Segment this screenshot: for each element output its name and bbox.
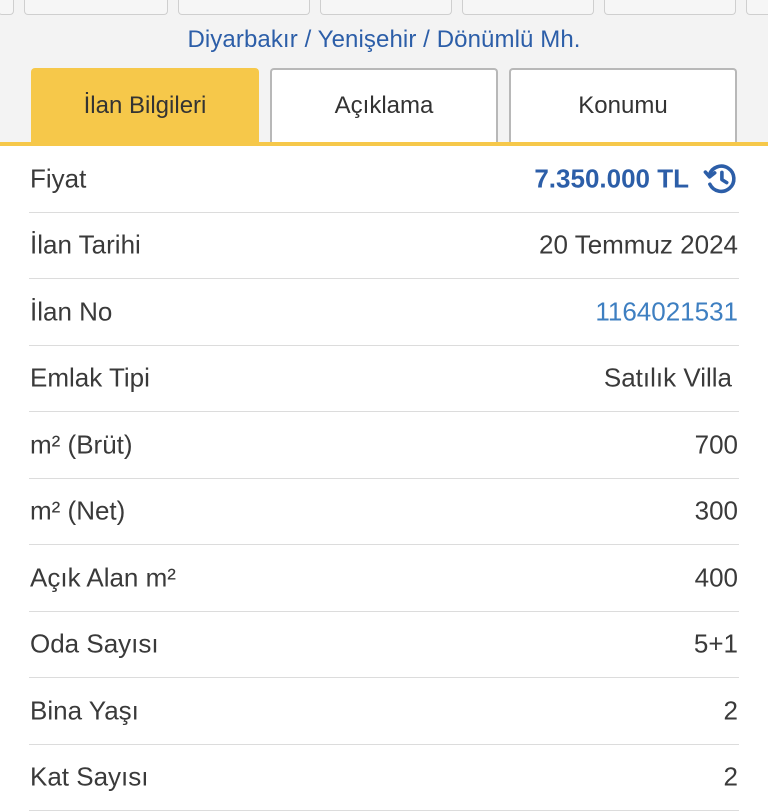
tab-ilan-bilgileri[interactable]: İlan Bilgileri [31, 68, 259, 142]
tab-label: Açıklama [335, 92, 434, 120]
row-value: 300 [695, 496, 738, 527]
detail-tabs: İlan Bilgileri Açıklama Konumu [0, 68, 768, 144]
detail-row-floor-count: Kat Sayısı 2 [29, 745, 739, 811]
detail-row-building-age: Bina Yaşı 2 [29, 678, 739, 745]
detail-row-gross-area: m² (Brüt) 700 [29, 412, 739, 479]
detail-row-price: Fiyat 7.350.000 TL [29, 146, 739, 213]
row-label: m² (Net) [30, 496, 125, 527]
row-value: Satılık Villa [604, 363, 732, 394]
detail-row-listing-date: İlan Tarihi 20 Temmuz 2024 [29, 213, 739, 280]
row-value: 700 [695, 429, 738, 460]
detail-row-net-area: m² (Net) 300 [29, 479, 739, 546]
detail-row-open-area: Açık Alan m² 400 [29, 545, 739, 612]
row-label: m² (Brüt) [30, 429, 133, 460]
detail-row-listing-no: İlan No 1164021531 [29, 279, 739, 346]
row-value: 20 Temmuz 2024 [539, 230, 738, 261]
price-history-icon[interactable] [703, 161, 739, 197]
tab-konumu[interactable]: Konumu [509, 68, 737, 142]
breadcrumb[interactable]: Diyarbakır / Yenişehir / Dönümlü Mh. [0, 26, 768, 54]
row-label: İlan No [30, 296, 112, 327]
row-value: 400 [695, 562, 738, 593]
detail-row-room-count: Oda Sayısı 5+1 [29, 612, 739, 679]
row-value: 2 [724, 762, 738, 793]
details-list: Fiyat 7.350.000 TL İlan Tarihi 20 Temmuz… [0, 146, 768, 811]
row-value: 2 [724, 695, 738, 726]
row-value: 5+1 [694, 629, 738, 660]
tab-label: Konumu [578, 92, 667, 120]
detail-row-property-type: Emlak Tipi Satılık Villa [29, 346, 739, 413]
header: Diyarbakır / Yenişehir / Dönümlü Mh. İla… [0, 0, 768, 144]
tab-label: İlan Bilgileri [84, 92, 207, 120]
row-label: Bina Yaşı [30, 695, 139, 726]
listing-no-link[interactable]: 1164021531 [595, 296, 738, 327]
tab-aciklama[interactable]: Açıklama [270, 68, 498, 142]
top-tab-strip [0, 0, 768, 14]
row-label: İlan Tarihi [30, 230, 141, 261]
row-label: Fiyat [30, 163, 86, 194]
price-value: 7.350.000 TL [534, 163, 689, 194]
row-label: Kat Sayısı [30, 762, 149, 793]
row-label: Oda Sayısı [30, 629, 159, 660]
row-label: Emlak Tipi [30, 363, 150, 394]
row-label: Açık Alan m² [30, 562, 176, 593]
